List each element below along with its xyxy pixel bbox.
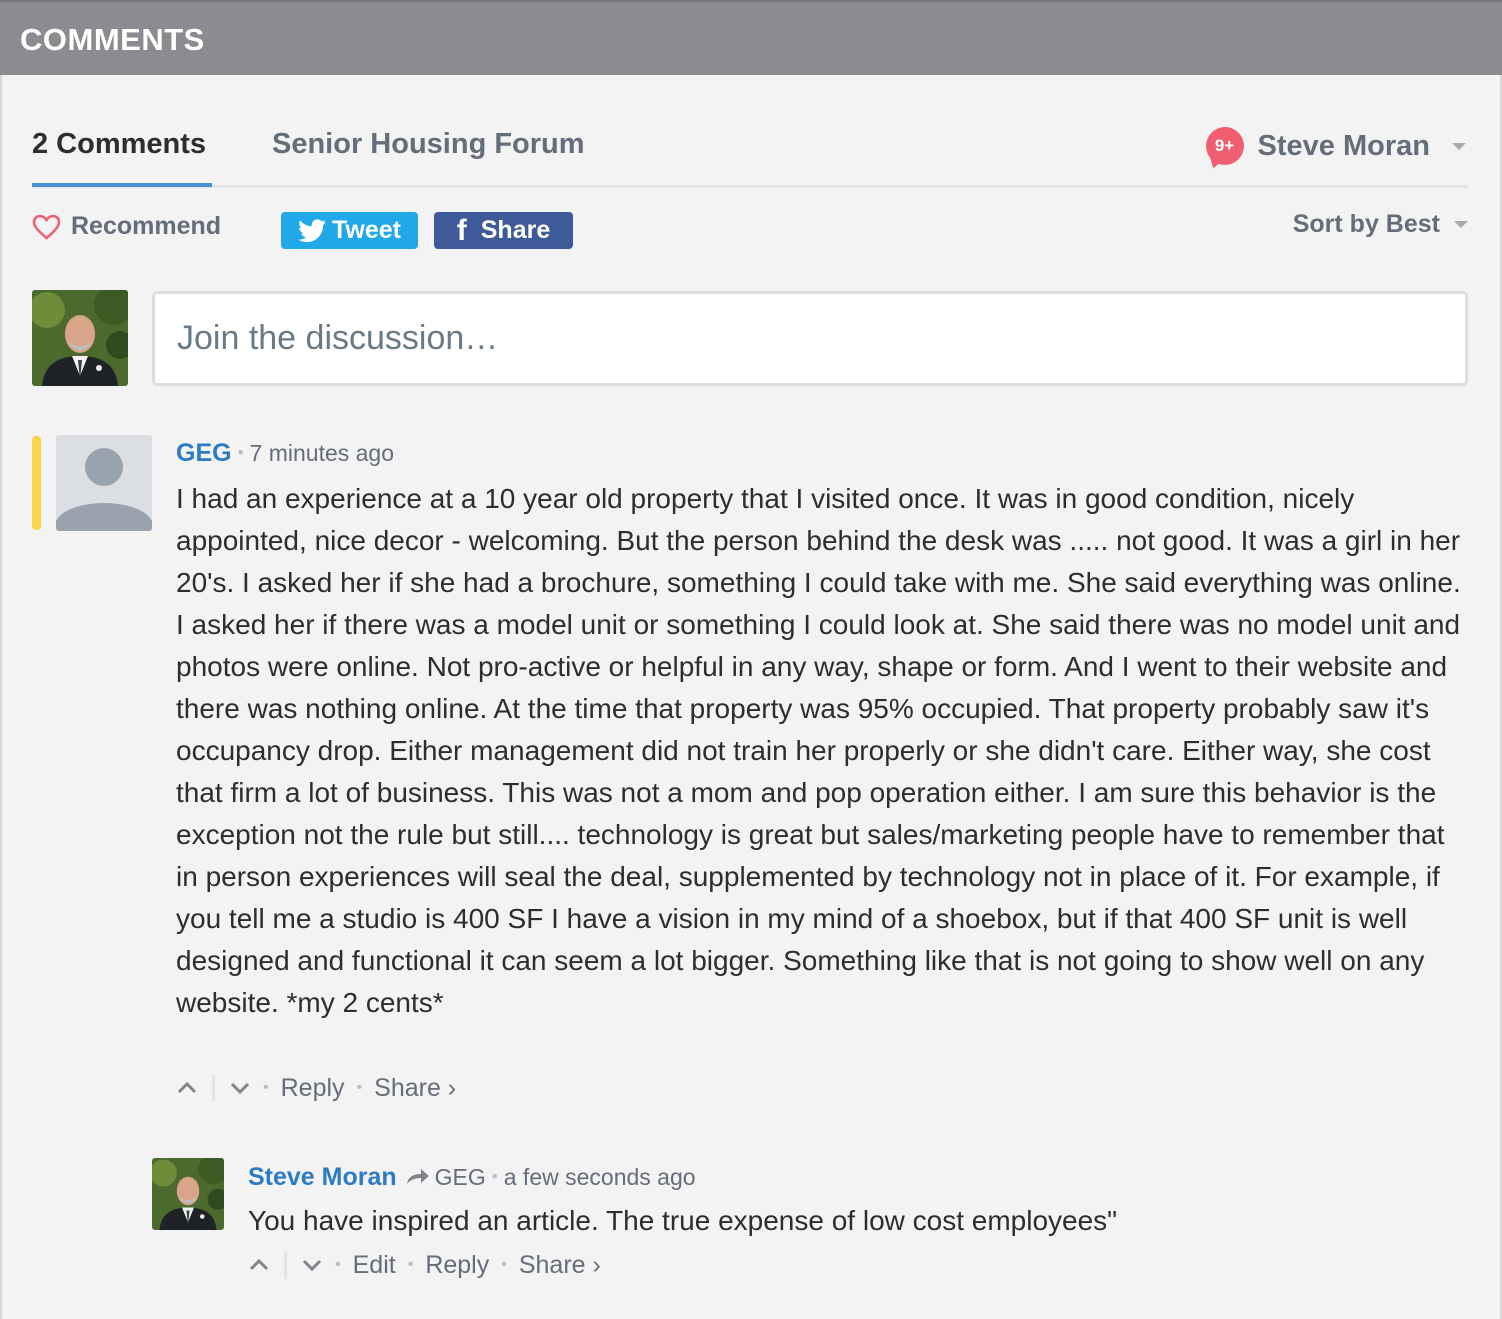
- reply-meta: Steve Moran GEG • a few seconds ago: [248, 1160, 1448, 1194]
- separator-dot: •: [491, 1167, 498, 1186]
- share-label: Share: [480, 216, 551, 244]
- comment-avatar[interactable]: [56, 435, 152, 531]
- chevron-down-icon: [302, 1259, 322, 1271]
- separator-dot: •: [501, 1256, 507, 1273]
- upvote-button[interactable]: [176, 1077, 198, 1099]
- default-avatar-icon: [56, 435, 152, 531]
- twitter-bird-icon: [298, 218, 326, 242]
- separator-dot: •: [263, 1079, 269, 1096]
- active-tab-indicator: [32, 183, 212, 187]
- chevron-down-icon: [230, 1082, 250, 1094]
- reply-link[interactable]: Reply: [281, 1074, 345, 1103]
- current-user-avatar[interactable]: [32, 290, 128, 386]
- share-link[interactable]: Share ›: [374, 1074, 456, 1103]
- reply-comment: Steve Moran GEG • a few seconds ago You …: [248, 1160, 1448, 1238]
- separator-dot: •: [237, 443, 244, 462]
- new-comment-marker: [32, 436, 41, 530]
- vote-divider: [212, 1074, 215, 1102]
- tweet-label: Tweet: [332, 216, 401, 244]
- recommend-label: Recommend: [71, 212, 222, 240]
- reply-arrow-icon: [406, 1169, 429, 1184]
- tweet-button[interactable]: Tweet: [281, 212, 418, 249]
- user-photo: [32, 290, 128, 386]
- sort-label: Sort by Best: [1292, 210, 1440, 238]
- comment: GEG • 7 minutes ago I had an experience …: [176, 436, 1466, 1024]
- comment-input[interactable]: Join the discussion…: [152, 291, 1468, 386]
- comments-header: COMMENTS: [0, 0, 1502, 75]
- reply-author[interactable]: Steve Moran: [248, 1163, 397, 1192]
- downvote-button[interactable]: [229, 1077, 251, 1099]
- comment-body: I had an experience at a 10 year old pro…: [176, 483, 1461, 1018]
- tab-comments[interactable]: 2 Comments: [32, 126, 206, 188]
- comments-header-title: COMMENTS: [20, 22, 205, 57]
- downvote-button[interactable]: [301, 1254, 323, 1276]
- chevron-down-icon: [1454, 221, 1468, 228]
- reply-footer: • Edit • Reply • Share ›: [248, 1245, 601, 1285]
- separator-dot: •: [356, 1079, 363, 1096]
- comment-timestamp[interactable]: 7 minutes ago: [250, 440, 394, 467]
- separator-dot: •: [407, 1256, 414, 1273]
- reply-timestamp[interactable]: a few seconds ago: [504, 1164, 696, 1191]
- user-menu[interactable]: 9+ Steve Moran: [1205, 126, 1466, 166]
- tab-community[interactable]: Senior Housing Forum: [272, 128, 585, 161]
- comment-footer: • Reply • Share ›: [176, 1068, 456, 1108]
- vote-divider: [284, 1251, 287, 1279]
- sort-dropdown[interactable]: Sort by Best: [1293, 210, 1468, 239]
- comment-author[interactable]: GEG: [176, 439, 232, 468]
- heart-icon: [32, 214, 61, 240]
- facebook-icon: f: [456, 213, 467, 247]
- user-photo: [152, 1158, 224, 1230]
- reply-to-user[interactable]: GEG: [435, 1164, 486, 1191]
- chevron-down-icon[interactable]: [1452, 142, 1466, 150]
- comment-meta: GEG • 7 minutes ago: [176, 436, 1466, 470]
- recommend-button[interactable]: Recommend: [32, 212, 221, 241]
- reply-avatar[interactable]: [152, 1158, 224, 1230]
- notification-badge[interactable]: 9+: [1205, 127, 1244, 165]
- actions-bar: Recommend Tweet f Share Sort by Best: [32, 210, 1468, 252]
- user-name[interactable]: Steve Moran: [1258, 130, 1430, 163]
- facebook-share-button[interactable]: f Share: [434, 212, 573, 249]
- upvote-button[interactable]: [248, 1254, 270, 1276]
- reply-link[interactable]: Reply: [425, 1251, 489, 1280]
- separator-dot: •: [335, 1256, 341, 1273]
- reply-body: You have inspired an article. The true e…: [248, 1205, 1118, 1236]
- chevron-up-icon: [249, 1259, 269, 1271]
- chevron-up-icon: [177, 1082, 197, 1094]
- edit-link[interactable]: Edit: [353, 1251, 396, 1280]
- share-link[interactable]: Share ›: [519, 1251, 601, 1280]
